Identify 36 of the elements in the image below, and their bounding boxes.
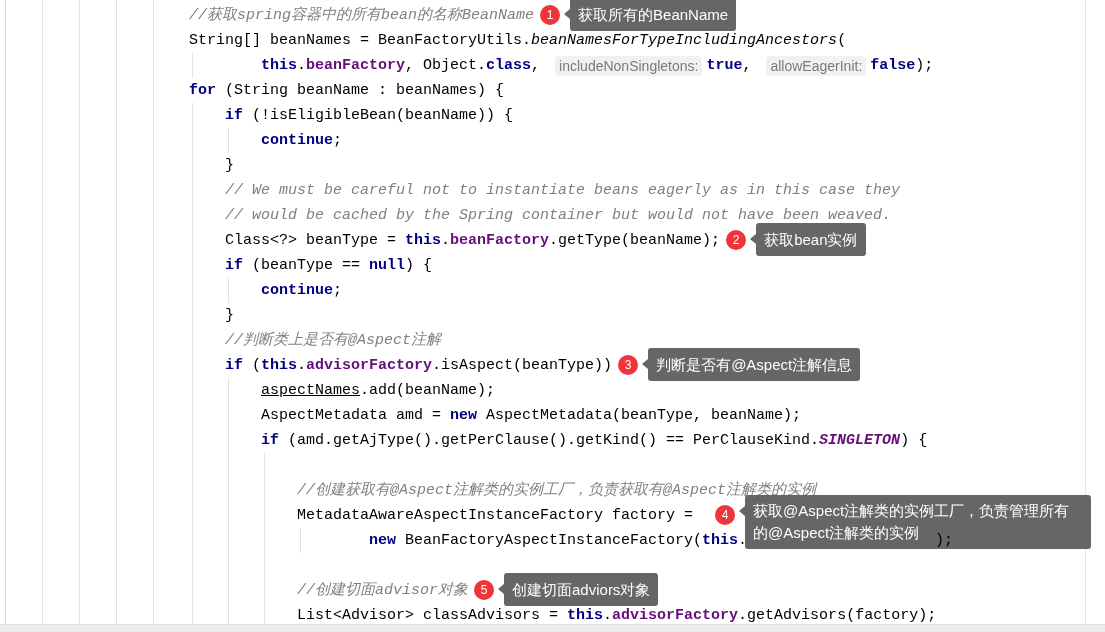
code-text: AspectMetadata amd = new AspectMetadata(beanType, beanName); bbox=[261, 406, 802, 426]
code-text: if (!isEligibleBean(beanName)) { bbox=[225, 106, 514, 126]
code-text: Class<?> beanType = this.beanFactory.getType(beanName); bbox=[225, 231, 721, 251]
callout-note: 获取bean实例 bbox=[750, 223, 866, 256]
code-text: this.beanFactory, Object.class, bbox=[261, 56, 542, 76]
code-text: //获取spring容器中的所有bean的名称BeanName bbox=[189, 5, 535, 26]
step-number-badge: 3 bbox=[618, 355, 639, 375]
code-text: continue; bbox=[261, 131, 343, 151]
code-text: false); bbox=[870, 56, 934, 76]
code-text: if (amd.getAjType().getPerClause().getKind() == PerClauseKind.SINGLETON) { bbox=[261, 431, 928, 451]
code-text: //判断类上是否有@Aspect注解 bbox=[225, 330, 441, 351]
callout-note: 判断是否有@Aspect注解信息 bbox=[642, 348, 861, 381]
parameter-hint: includeNonSingletons: bbox=[555, 55, 703, 76]
callout-note: 获取所有的BeanName bbox=[564, 0, 737, 31]
step-number-badge: 2 bbox=[726, 230, 747, 250]
callout-note: 创建切面adviors对象 bbox=[498, 573, 659, 606]
code-text: } bbox=[225, 306, 234, 326]
code-text: new BeanFactoryAspectInstanceFactory(this. bbox=[369, 531, 748, 551]
code-text: List<Advisor> classAdvisors = this.advisorFactory.getAdvisors(factory); bbox=[297, 606, 937, 626]
step-number-badge: 5 bbox=[474, 580, 494, 600]
parameter-hint: allowEagerInit: bbox=[766, 55, 867, 76]
horizontal-scrollbar[interactable] bbox=[0, 624, 1105, 632]
code-text: MetadataAwareAspectInstanceFactory factory = bbox=[297, 506, 694, 526]
code-text: if (beanType == null) { bbox=[225, 256, 433, 276]
code-text: continue; bbox=[261, 281, 343, 301]
code-text: for (String beanName : beanNames) { bbox=[189, 81, 505, 101]
code-text: // would be cached by the Spring container but would not have been weaved. bbox=[225, 206, 892, 226]
code-text: } bbox=[225, 156, 234, 176]
code-text: aspectNames.add(beanName); bbox=[261, 381, 496, 401]
code-text: if (this.advisorFactory.isAspect(beanType)) bbox=[225, 356, 613, 376]
code-text: // We must be careful not to instantiate beans eagerly as in this case they bbox=[225, 181, 901, 201]
step-number-badge: 1 bbox=[540, 5, 561, 25]
code-text: String[] beanNames = BeanFactoryUtils.beanNamesForTypeIncludingAncestors( bbox=[189, 31, 847, 51]
code-text: //创建切面advisor对象 bbox=[297, 580, 468, 601]
code-text: true, bbox=[706, 56, 753, 76]
step-number-badge: 4 bbox=[715, 505, 736, 525]
